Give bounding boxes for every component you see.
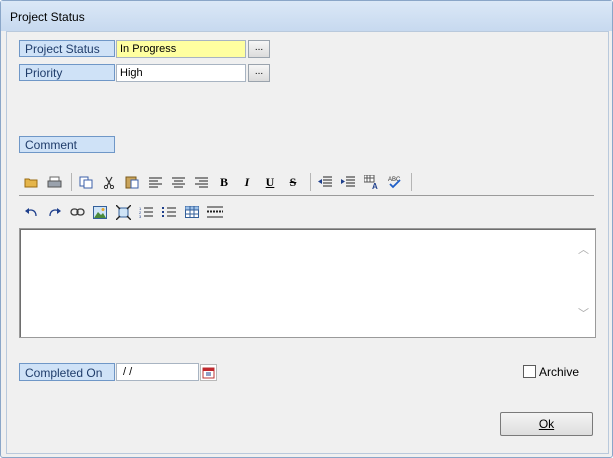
link-icon[interactable] (67, 202, 87, 222)
numbered-list-icon[interactable]: 123 (136, 202, 156, 222)
underline-icon[interactable]: U (260, 172, 280, 192)
svg-text:3: 3 (139, 214, 142, 218)
project-status-label: Project Status (19, 40, 115, 57)
scroll-up-icon[interactable]: ︿ (578, 241, 589, 257)
toolbar-divider (19, 195, 594, 196)
spellcheck-icon[interactable]: ABC (384, 172, 404, 192)
outdent-icon[interactable] (315, 172, 335, 192)
completed-on-date-field[interactable]: / / (116, 363, 199, 381)
toolbar-separator (71, 173, 72, 191)
project-status-dialog: Project Status Project Status In Progres… (0, 0, 613, 458)
comment-editor[interactable]: ︿ ﹀ (19, 228, 596, 338)
project-status-lookup-button[interactable]: ... (248, 40, 270, 58)
resize-icon[interactable] (113, 202, 133, 222)
print-icon[interactable] (44, 172, 64, 192)
paste-icon[interactable] (122, 172, 142, 192)
archive-label: Archive (539, 365, 580, 379)
priority-label: Priority (19, 64, 115, 81)
redo-icon[interactable] (44, 202, 64, 222)
bullet-list-icon[interactable] (159, 202, 179, 222)
align-left-icon[interactable] (145, 172, 165, 192)
strikethrough-icon[interactable]: S (283, 172, 303, 192)
font-color-icon[interactable]: A (361, 172, 381, 192)
svg-text:A: A (372, 182, 378, 189)
dialog-body: Project Status In Progress ... Priority … (6, 31, 609, 454)
open-icon[interactable] (21, 172, 41, 192)
cut-icon[interactable] (99, 172, 119, 192)
scroll-down-icon[interactable]: ﹀ (578, 305, 589, 321)
horizontal-rule-icon[interactable] (205, 202, 225, 222)
priority-field[interactable]: High (116, 64, 246, 82)
archive-checkbox[interactable] (523, 365, 536, 378)
comment-label: Comment (19, 136, 115, 153)
toolbar-separator (310, 173, 311, 191)
ok-button[interactable]: Ok (500, 412, 593, 436)
table-icon[interactable] (182, 202, 202, 222)
editor-toolbar-format: B I U S A ABC (21, 171, 416, 193)
image-icon[interactable] (90, 202, 110, 222)
copy-icon[interactable] (76, 172, 96, 192)
project-status-field[interactable]: In Progress (116, 40, 246, 58)
editor-toolbar-insert: 123 (21, 201, 228, 223)
indent-icon[interactable] (338, 172, 358, 192)
ok-button-label: Ok (538, 417, 555, 431)
italic-icon[interactable]: I (237, 172, 257, 192)
window-title: Project Status (10, 10, 85, 24)
calendar-icon[interactable] (200, 364, 217, 381)
align-center-icon[interactable] (168, 172, 188, 192)
title-bar: Project Status (1, 1, 612, 31)
toolbar-separator (411, 173, 412, 191)
completed-on-label: Completed On (19, 363, 115, 381)
undo-icon[interactable] (21, 202, 41, 222)
priority-lookup-button[interactable]: ... (248, 64, 270, 82)
bold-icon[interactable]: B (214, 172, 234, 192)
align-right-icon[interactable] (191, 172, 211, 192)
